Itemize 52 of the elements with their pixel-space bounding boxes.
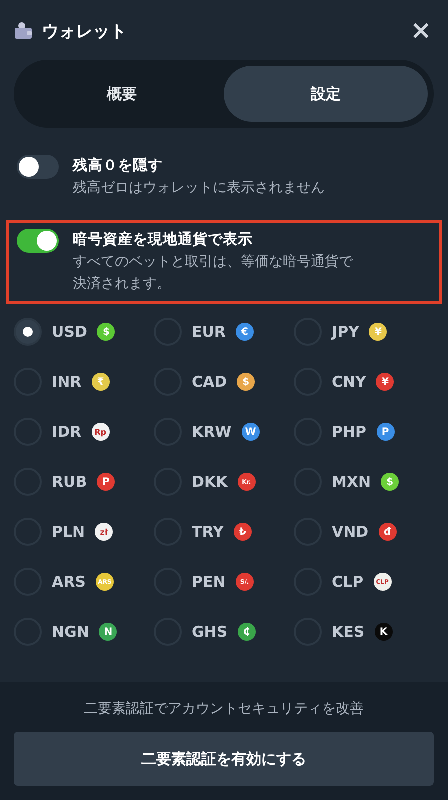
currency-code: KES xyxy=(332,623,365,641)
radio-button[interactable] xyxy=(14,318,42,346)
currency-icon: đ xyxy=(378,523,397,541)
tab[interactable]: 設定 xyxy=(224,66,428,122)
tab[interactable]: 概要 xyxy=(20,66,224,122)
toggle-switch[interactable] xyxy=(17,229,59,253)
security-message: 二要素認証でアカウントセキュリティを改善 xyxy=(84,700,364,718)
currency-code: PLN xyxy=(52,523,86,541)
currency-icon: K xyxy=(374,623,393,641)
currency-code: PHP xyxy=(332,423,367,441)
currency-icon: $ xyxy=(237,373,256,391)
currency-icon: ₵ xyxy=(238,623,256,641)
currency-code: IDR xyxy=(52,423,82,441)
currency-code: RUB xyxy=(52,473,88,491)
currency-icon: ₺ xyxy=(234,523,252,541)
setting-description: 残高ゼロはウォレットに表示されません xyxy=(73,179,325,198)
currency-code: KRW xyxy=(192,423,232,441)
currency-code: GHS xyxy=(192,623,228,641)
currency-icon: € xyxy=(236,323,254,341)
currency-icon: P xyxy=(97,473,116,491)
currency-icon: $ xyxy=(381,473,400,491)
currency-code: USD xyxy=(52,323,88,341)
currency-icon: $ xyxy=(97,323,116,341)
currency-code: VND xyxy=(332,523,369,541)
currency-code: DKK xyxy=(192,473,228,491)
currency-icon: ₹ xyxy=(92,373,110,391)
close-button[interactable]: × xyxy=(408,18,434,44)
currency-code: ARS xyxy=(52,573,86,591)
setting-title: 暗号資産を現地通貨で表示 xyxy=(73,230,254,250)
currency-code: NGN xyxy=(52,623,90,641)
currency-code: JPY xyxy=(332,323,360,341)
currency-code: CAD xyxy=(192,373,228,391)
enable-2fa-button[interactable]: 二要素認証を有効にする xyxy=(14,732,434,786)
currency-code: TRY xyxy=(192,523,224,541)
currency-icon: P xyxy=(376,423,395,441)
currency-icon: Rp xyxy=(92,423,110,441)
window-title: ウォレット xyxy=(42,20,128,42)
currency-code: CNY xyxy=(332,373,366,391)
currency-code: PEN xyxy=(192,573,226,591)
setting-title: 残高０を隠す xyxy=(73,156,164,176)
currency-icon: zł xyxy=(95,523,114,541)
currency-code: INR xyxy=(52,373,82,391)
currency-code: MXN xyxy=(332,473,372,491)
currency-icon: N xyxy=(99,623,118,641)
currency-icon: ¥ xyxy=(369,323,388,341)
setting-description: すべてのベットと取引は、等価な暗号通貨で決済されます。 xyxy=(73,253,354,294)
currency-icon: W xyxy=(242,423,260,441)
currency-code: EUR xyxy=(192,323,226,341)
toggle-switch[interactable] xyxy=(17,155,59,179)
wallet-icon xyxy=(14,22,34,40)
currency-icon: ¥ xyxy=(376,373,394,391)
currency-code: CLP xyxy=(332,573,364,591)
